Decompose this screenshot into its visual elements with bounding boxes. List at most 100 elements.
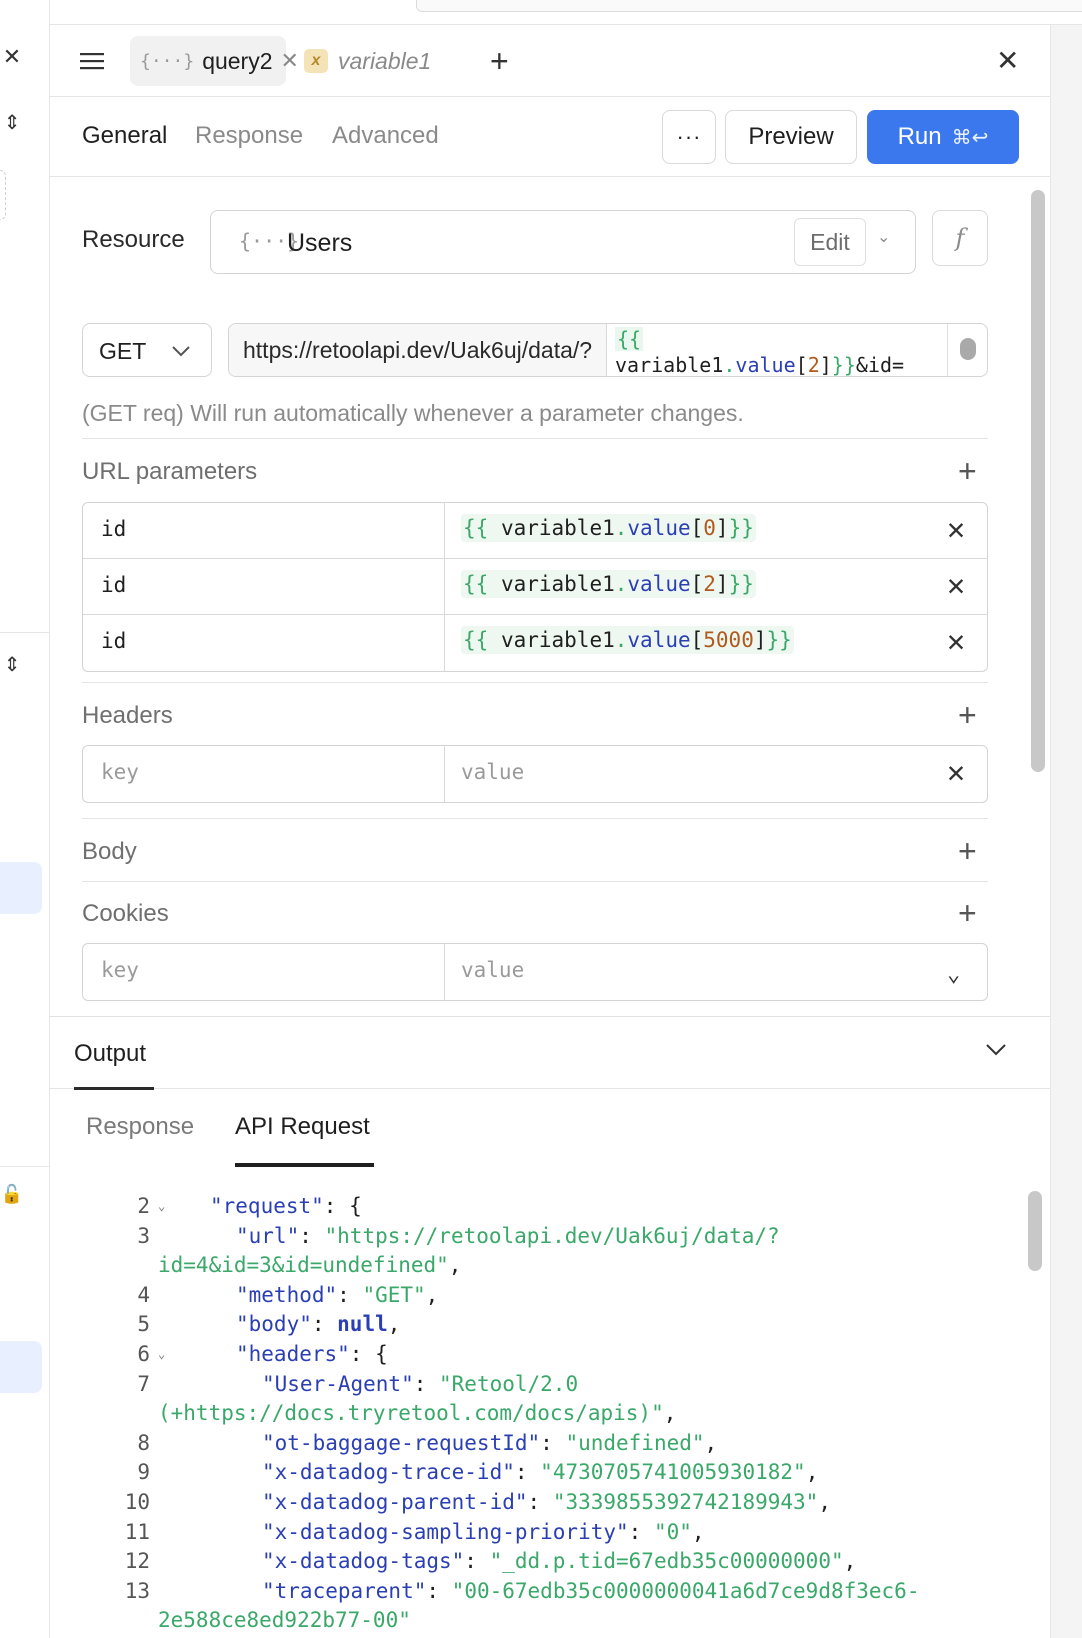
param-value-input[interactable]: {{ variable1.value[0]}}	[445, 503, 945, 559]
code-line: 13 "traceparent": "00-67edb35c0000000041a…	[50, 1576, 1020, 1606]
header-key-input[interactable]: key	[83, 746, 445, 802]
url-input[interactable]: https://retoolapi.dev/Uak6uj/data/? {{ v…	[228, 323, 988, 377]
remove-row-icon[interactable]: ✕	[947, 571, 965, 601]
param-value-input[interactable]: {{ variable1.value[5000]}}	[445, 615, 945, 671]
resource-select[interactable]: {···} Users Edit ⌄	[210, 210, 916, 274]
table-row: id{{ variable1.value[5000]}} ✕	[83, 615, 987, 671]
tab-label: variable1	[338, 47, 432, 74]
resource-label: Resource	[82, 226, 185, 253]
code-line: 2e588ce8ed922b77-00"	[158, 1608, 411, 1633]
code-scrollbar[interactable]	[1026, 1187, 1042, 1638]
header-value-input[interactable]: value	[445, 746, 945, 802]
chevron-down-icon	[172, 346, 190, 357]
run-label: Run	[897, 123, 942, 150]
expand-collapse-icon[interactable]: ⇕	[0, 110, 24, 135]
resource-name: Users	[287, 229, 353, 257]
cookies-table: key value ⌄	[82, 943, 988, 1001]
param-value-input[interactable]: {{ variable1.value[2]}}	[445, 559, 945, 615]
function-icon[interactable]: f	[932, 210, 988, 266]
tab-api-request[interactable]: API Request	[235, 1113, 370, 1141]
add-tab-icon[interactable]: +	[490, 45, 509, 77]
remove-row-icon[interactable]: ✕	[947, 627, 965, 657]
selected-item-highlight[interactable]	[0, 1341, 42, 1393]
api-request-code[interactable]: 2 ⌄ "request": {3 "url": "https://retoolapi…	[50, 1185, 1020, 1638]
variable-icon: x	[304, 49, 328, 73]
line-number: 7	[137, 1371, 150, 1396]
expand-collapse-icon[interactable]: ⇕	[0, 652, 24, 677]
active-tab-underline	[235, 1163, 374, 1167]
output-panel: Output Response API Request 2 ⌄ "request":…	[50, 1016, 1050, 1638]
method-value: GET	[99, 338, 147, 364]
add-url-parameter-icon[interactable]: +	[958, 455, 977, 487]
add-cookie-icon[interactable]: +	[958, 897, 977, 929]
left-panel-strip: ✕ ⇕ ⇕ 🔓	[0, 0, 50, 1638]
line-number: 9	[137, 1460, 150, 1485]
preview-button[interactable]: Preview	[725, 110, 857, 164]
url-parameters-table: id{{ variable1.value[0]}} ✕ id{{ variable1…	[82, 502, 988, 672]
code-line: id=4&id=3&id=undefined",	[158, 1253, 462, 1278]
url-template[interactable]: {{ variable1.value[2]}}&id=	[615, 326, 935, 376]
code-line: 9 "x-datadog-trace-id": "4730705741005930…	[50, 1457, 1020, 1487]
table-row: key value ⌄	[83, 944, 987, 1000]
table-row: id{{ variable1.value[0]}} ✕	[83, 503, 987, 559]
param-key-input[interactable]: id	[83, 615, 445, 671]
top-chrome	[50, 0, 1082, 25]
code-line: 6 ⌄ "headers": {	[50, 1339, 1020, 1369]
line-number: 13	[124, 1578, 150, 1603]
cookie-value-input[interactable]: value	[445, 944, 945, 1000]
fold-toggle-icon[interactable]: ⌄	[158, 1339, 165, 1369]
drop-placeholder	[0, 170, 6, 220]
tab-query2[interactable]: {···} query2 ✕	[130, 36, 299, 86]
add-body-icon[interactable]: +	[958, 835, 977, 867]
divider	[82, 682, 988, 683]
code-line: 5 "body": null,	[50, 1309, 1020, 1339]
code-line: 3 "url": "https://retoolapi.dev/Uak6uj/da…	[50, 1221, 1020, 1251]
url-scrollbar[interactable]	[947, 324, 987, 376]
add-header-icon[interactable]: +	[958, 699, 977, 731]
cookies-title: Cookies	[82, 900, 169, 927]
table-row: key value ✕	[83, 746, 987, 802]
code-line: (+https://docs.tryretool.com/docs/apis)"…	[158, 1401, 677, 1426]
chevron-down-icon[interactable]: ⌄	[877, 227, 890, 247]
divider	[82, 881, 988, 882]
selected-item-highlight[interactable]	[0, 862, 42, 914]
remove-row-icon[interactable]: ✕	[947, 515, 965, 545]
code-line: 11 "x-datadog-sampling-priority": "0",	[50, 1517, 1020, 1547]
run-shortcut: ⌘↩	[951, 126, 989, 149]
divider	[82, 438, 988, 439]
tab-response[interactable]: Response	[86, 1113, 194, 1141]
divider	[82, 818, 988, 819]
tab-response[interactable]: Response	[195, 122, 303, 150]
search-bar[interactable]	[416, 0, 1082, 12]
fold-toggle-icon[interactable]: ⌄	[158, 1191, 165, 1221]
url-parameters-title: URL parameters	[82, 458, 258, 485]
tab-variable1[interactable]: x variable1	[294, 36, 444, 86]
edit-resource-button[interactable]: Edit	[794, 218, 866, 266]
chevron-down-icon[interactable]: ⌄	[947, 960, 960, 990]
remove-row-icon[interactable]: ✕	[947, 758, 965, 788]
query-editor: Resource {···} Users Edit ⌄ f GET https:…	[50, 178, 1050, 1016]
line-number: 11	[124, 1519, 150, 1544]
close-panel-icon[interactable]: ✕	[996, 47, 1019, 75]
run-button[interactable]: Run ⌘↩	[867, 110, 1019, 164]
url-base[interactable]: https://retoolapi.dev/Uak6uj/data/?	[229, 324, 607, 376]
unlock-icon[interactable]: 🔓	[0, 1184, 24, 1205]
line-number: 5	[137, 1312, 150, 1337]
code-line: 12 "x-datadog-tags": "_dd.p.tid=67edb35c0…	[50, 1546, 1020, 1576]
hamburger-menu-icon[interactable]	[78, 47, 106, 75]
output-title: Output	[74, 1040, 147, 1067]
tab-advanced[interactable]: Advanced	[332, 122, 439, 150]
tab-general[interactable]: General	[82, 122, 167, 150]
param-key-input[interactable]: id	[83, 559, 445, 615]
http-method-select[interactable]: GET	[82, 323, 212, 377]
line-number: 4	[137, 1282, 150, 1307]
editor-scrollbar[interactable]	[1028, 182, 1045, 1012]
cookie-key-input[interactable]: key	[83, 944, 445, 1000]
param-key-input[interactable]: id	[83, 503, 445, 559]
more-options-button[interactable]: ···	[662, 110, 716, 164]
output-header[interactable]: Output	[50, 1017, 1050, 1090]
close-icon[interactable]: ✕	[0, 44, 24, 70]
output-underline	[74, 1087, 154, 1090]
line-number: 12	[124, 1549, 150, 1574]
chevron-down-icon[interactable]	[984, 1037, 1008, 1061]
